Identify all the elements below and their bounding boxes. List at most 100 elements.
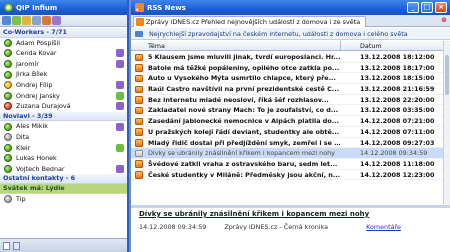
status-online-icon	[4, 122, 12, 131]
minimize-button[interactable]: _	[407, 2, 419, 13]
article-list-scrollbar[interactable]	[443, 41, 450, 204]
status-online-icon	[4, 70, 12, 79]
contact-item[interactable]: Cenda Kovar	[0, 48, 127, 59]
article-row[interactable]: Divky se ubránily znásilnění křikem i ko…	[131, 148, 443, 159]
status-online-icon	[4, 91, 12, 100]
status-online-icon	[4, 60, 12, 69]
article-unread-icon	[135, 117, 143, 126]
article-title: Švédové zatkli vraha z ostravského baru,…	[148, 159, 338, 168]
column-date[interactable]: Datum	[341, 41, 443, 50]
article-row[interactable]: Zasedání jablonecké nemocnice v Alpách p…	[131, 116, 443, 127]
preview-title[interactable]: Dívky se ubránily znásilnění křikem i ko…	[139, 210, 442, 218]
article-title: Zakladatel nové strany Mach: To je zoufa…	[148, 106, 339, 115]
status-dnd-icon	[4, 102, 12, 111]
article-title: Bez internetu mladé neosloví, říká šéf r…	[148, 95, 329, 104]
article-row[interactable]: Mladý řidič dostal při předjíždění smyk,…	[131, 138, 443, 149]
column-title[interactable]: Téma	[131, 41, 341, 50]
settings-icon[interactable]	[52, 16, 61, 25]
contact-name: Vojtech Bednar	[16, 164, 65, 173]
article-unread-icon	[135, 85, 143, 94]
article-date: 14.12.2008 09:27:03	[360, 138, 435, 147]
client-icon	[116, 91, 124, 100]
qip-titlebar[interactable]: QIP Infium	[0, 0, 127, 15]
contact-name: Ales Mikik	[16, 122, 48, 131]
article-list: 5 Klausem jsme mluvili jinak, tvrdí euro…	[131, 52, 443, 204]
client-icon	[116, 143, 124, 152]
feed-description: Nejrychlejší zpravodajství na českém int…	[131, 28, 450, 40]
sound-icon[interactable]	[42, 16, 51, 25]
contact-item[interactable]: Ondrej Jansky	[0, 91, 127, 102]
group-coworkers[interactable]: Co-Workers - 7/71	[0, 28, 127, 38]
article-unread-icon	[135, 96, 143, 104]
qip-toolbar	[0, 15, 127, 27]
rss-feed-icon	[135, 3, 144, 12]
feed-tab[interactable]: Zprávy iDNES.cz Přehled nejnovějších udá…	[133, 16, 367, 27]
contact-name: Ondrej Jansky	[16, 91, 60, 100]
article-date: 13.12.2008 18:12:00	[360, 53, 435, 61]
feed-tab-label: Zprávy iDNES.cz Přehled nejnovějších udá…	[146, 18, 361, 26]
group-ostatni[interactable]: Ostatní kontakty - 6	[0, 174, 127, 184]
tip-label: Tip	[16, 194, 26, 203]
contact-name: Kleir	[16, 143, 31, 152]
close-button[interactable]: ×	[435, 2, 447, 13]
article-title: Divky se ubránily znásilnění křikem i ko…	[148, 149, 335, 158]
contact-item[interactable]: Adam Pospíšil	[0, 38, 127, 49]
contact-name: Jirka Bílek	[16, 70, 48, 79]
contact-name: Ondrej Fílip	[16, 80, 53, 89]
article-row[interactable]: Švédové zatkli vraha z ostravského baru,…	[131, 159, 443, 170]
article-row[interactable]: Auto u Vysokého Mýta usmrtilo chlapce, k…	[131, 73, 443, 85]
article-row[interactable]: Bez internetu mladé neosloví, říká šéf r…	[131, 95, 443, 106]
contact-item[interactable]: Jaromír	[0, 59, 127, 70]
contact-name: Jaromír	[16, 59, 39, 68]
article-date: 13.12.2008 18:15:00	[360, 74, 435, 83]
contact-item[interactable]: Ales Mikik	[0, 121, 127, 132]
article-unread-icon	[135, 128, 143, 136]
article-row[interactable]: Batole má těžké popáleniny, opilého otce…	[131, 63, 443, 74]
history-icon[interactable]	[22, 16, 31, 25]
scrollbar-thumb[interactable]	[445, 55, 449, 95]
article-date: 14.12.2008 11:18:00	[360, 159, 435, 168]
article-unread-icon	[135, 106, 143, 115]
contact-item[interactable]: Dita	[0, 132, 127, 143]
article-date: 13.12.2008 18:17:00	[360, 63, 435, 72]
article-read-icon	[135, 149, 143, 158]
tip-item[interactable]: Tip	[0, 194, 127, 205]
contact-item[interactable]: Lukas Honek	[0, 153, 127, 164]
rss-news-window: RSS News _ □ × Zprávy iDNES.cz Přehled n…	[131, 0, 450, 252]
article-row[interactable]: Raúl Castro navštívil na první prezident…	[131, 84, 443, 95]
mail-icon[interactable]	[13, 241, 20, 250]
rss-titlebar[interactable]: RSS News _ □ ×	[131, 0, 450, 15]
comments-link[interactable]: Komentáře	[366, 223, 401, 231]
contact-name: Lukas Honek	[16, 154, 57, 163]
group-noviavi[interactable]: Noviavi - 3/39	[0, 111, 127, 122]
search-icon[interactable]	[32, 16, 41, 25]
rss-window-title: RSS News	[147, 3, 186, 12]
main-menu-icon[interactable]	[2, 16, 11, 25]
feed-info-icon	[135, 31, 143, 37]
qip-bottom-bar	[0, 238, 127, 252]
article-row[interactable]: České studentky v Miláně: Předměsky jsou…	[131, 170, 443, 181]
article-unread-icon	[135, 53, 143, 61]
contact-item[interactable]: Zuzana Durajová	[0, 101, 127, 112]
status-icon[interactable]	[12, 16, 21, 25]
close-tab-icon[interactable]: ⊗	[441, 16, 447, 24]
contact-item[interactable]: Kleir	[0, 143, 127, 154]
article-date: 14.12.2008 07:21:00	[360, 117, 435, 126]
contact-item[interactable]: Vojtech Bednar	[0, 164, 127, 175]
notes-icon[interactable]	[3, 241, 10, 250]
article-unread-icon	[135, 160, 143, 168]
contact-item[interactable]: Ondrej Fílip	[0, 80, 127, 91]
contact-name: Dita	[16, 132, 30, 141]
article-date: 13.12.2008 22:20:00	[360, 95, 435, 104]
maximize-button[interactable]: □	[421, 2, 433, 13]
article-row[interactable]: U pražských kolejí řádí deviant, student…	[131, 127, 443, 138]
article-title: 5 Klausem jsme mluvili jinak, tvrdí euro…	[148, 53, 341, 61]
client-icon	[116, 165, 124, 174]
article-row[interactable]: Zakladatel nové strany Mach: To je zoufa…	[131, 105, 443, 117]
contact-name: Zuzana Durajová	[16, 102, 71, 111]
nameday-item[interactable]: Svátek má: Lýdie	[0, 183, 127, 194]
contact-item[interactable]: Jirka Bílek	[0, 69, 127, 80]
article-date: 14.12.2008 12:23:00	[360, 170, 435, 179]
article-row[interactable]: 5 Klausem jsme mluvili jinak, tvrdí euro…	[131, 52, 443, 63]
article-preview: Dívky se ubránily znásilnění křikem i ko…	[131, 208, 450, 252]
